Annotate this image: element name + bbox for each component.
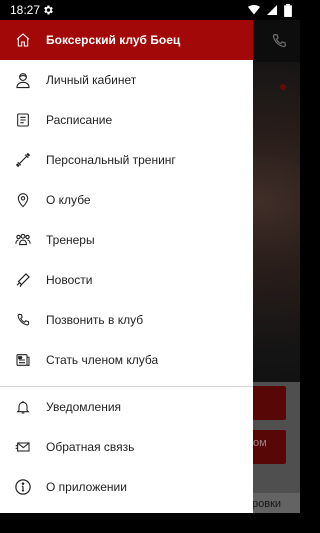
menu-item-label: Личный кабинет <box>46 73 137 87</box>
menu-item-become-member[interactable]: Стать членом клуба <box>0 340 253 380</box>
menu-item-label: Обратная связь <box>46 440 135 454</box>
dumbbell-icon <box>0 140 46 180</box>
home-icon <box>0 20 46 60</box>
menu-item-personal-training[interactable]: Персональный тренинг <box>0 140 253 180</box>
system-navigation-bar <box>0 513 300 533</box>
info-icon <box>0 467 46 507</box>
menu-item-trainers[interactable]: Тренеры <box>0 220 253 260</box>
bell-icon <box>0 387 46 427</box>
navigation-drawer: Боксерский клуб Боец Личный кабинет Расп… <box>0 20 253 513</box>
menu-item-news[interactable]: Новости <box>0 260 253 300</box>
trainers-icon <box>0 220 46 260</box>
menu-item-about-club[interactable]: О клубе <box>0 180 253 220</box>
phone-icon <box>0 300 46 340</box>
location-icon <box>0 180 46 220</box>
menu-item-schedule[interactable]: Расписание <box>0 100 253 140</box>
menu-item-label: Расписание <box>46 113 113 127</box>
battery-icon <box>284 3 292 17</box>
drawer-header[interactable]: Боксерский клуб Боец <box>0 20 253 60</box>
menu-item-notifications[interactable]: Уведомления <box>0 387 253 427</box>
menu-item-label: Уведомления <box>46 400 122 414</box>
menu-item-call-club[interactable]: Позвонить в клуб <box>0 300 253 340</box>
schedule-icon <box>0 100 46 140</box>
feedback-icon <box>0 427 46 467</box>
menu-item-label: О клубе <box>46 193 91 207</box>
status-bar: 18:27 <box>0 0 300 20</box>
membership-icon <box>0 340 46 380</box>
signal-icon <box>267 5 277 15</box>
menu-item-label: Стать членом клуба <box>46 353 159 367</box>
menu-item-label: О приложении <box>46 480 127 494</box>
menu-item-label: Новости <box>46 273 93 287</box>
wifi-icon <box>248 5 260 15</box>
menu-item-label: Тренеры <box>46 233 95 247</box>
megaphone-icon <box>0 260 46 300</box>
menu-item-label: Персональный тренинг <box>46 153 176 167</box>
drawer-header-title: Боксерский клуб Боец <box>46 33 181 47</box>
menu-item-label: Позвонить в клуб <box>46 313 144 327</box>
menu-item-feedback[interactable]: Обратная связь <box>0 427 253 467</box>
user-icon <box>0 60 46 100</box>
settings-gear-icon <box>44 5 53 15</box>
status-time: 18:27 <box>10 3 41 17</box>
menu-item-profile[interactable]: Личный кабинет <box>0 60 253 100</box>
menu-item-about-app[interactable]: О приложении <box>0 467 253 507</box>
